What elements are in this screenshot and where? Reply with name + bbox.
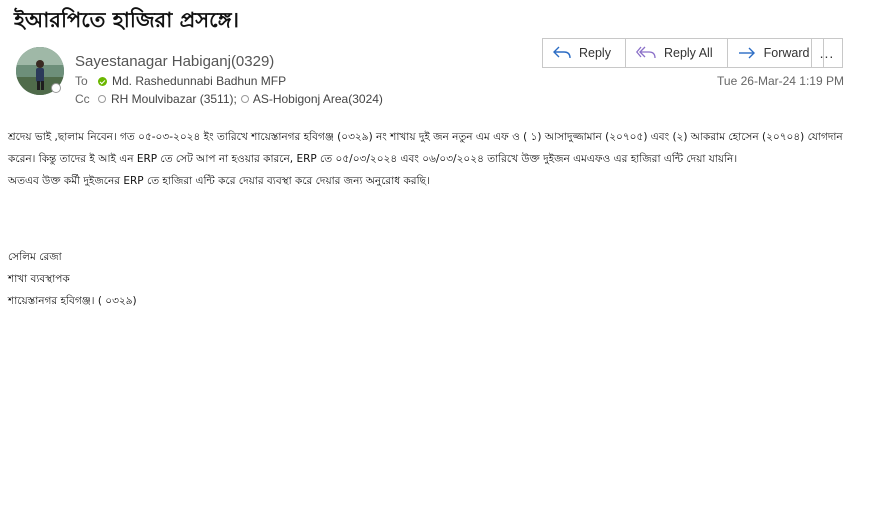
reply-arrow-icon: [553, 46, 571, 59]
recipient-cc-0[interactable]: RH Moulvibazar (3511);: [111, 92, 237, 106]
body-line: করেন। কিন্তু তাদের ই আই এন ERP তে সেট আপ…: [8, 153, 738, 165]
recipient-to-0[interactable]: Md. Rashedunnabi Badhun MFP: [112, 74, 286, 88]
signature-branch: শায়েস্তানগর হবিগঞ্জ। ( ০৩২৯): [8, 295, 137, 307]
reply-all-button[interactable]: Reply All: [626, 39, 728, 67]
signature-title: শাখা ব্যবস্থাপক: [8, 273, 70, 285]
sender-presence-icon: [51, 83, 61, 93]
unknown-status-icon: [98, 95, 106, 103]
reply-button[interactable]: Reply: [543, 39, 626, 67]
sender-name[interactable]: Sayestanagar Habiganj(0329): [75, 53, 274, 70]
reply-all-arrow-icon: [635, 46, 656, 59]
signature-name: সেলিম রেজা: [8, 251, 62, 263]
email-signature: সেলিম রেজা শাখা ব্যবস্থাপক শায়েস্তানগর …: [8, 246, 137, 312]
to-recipients: Md. Rashedunnabi Badhun MFP: [98, 74, 286, 88]
forward-arrow-icon: [738, 47, 755, 59]
to-label: To: [75, 74, 88, 88]
email-body: শ্রদেয় ভাই ,ছালাম নিবেন। গত ০৫-০৩-২০২৪ …: [8, 126, 853, 192]
available-status-icon: [98, 76, 107, 86]
unknown-status-icon: [240, 95, 249, 103]
reply-actions: Reply Reply All Forward: [542, 38, 825, 68]
body-line: শ্রদেয় ভাই ,ছালাম নিবেন। গত ০৫-০৩-২০২৪ …: [8, 131, 843, 143]
ellipsis-icon: ...: [819, 45, 835, 61]
email-timestamp: Tue 26-Mar-24 1:19 PM: [717, 74, 844, 88]
forward-button[interactable]: Forward: [728, 39, 824, 67]
cc-label: Cc: [75, 92, 90, 106]
forward-label: Forward: [763, 46, 810, 60]
more-actions-button[interactable]: ...: [811, 38, 843, 68]
reply-all-label: Reply All: [663, 46, 713, 60]
reply-label: Reply: [579, 46, 611, 60]
email-subject: ইআরপিতে হাজিরা প্রসঙ্গে।: [14, 8, 240, 32]
recipient-cc-1[interactable]: AS-Hobigonj Area(3024): [253, 92, 383, 106]
body-line: অতএব উক্ত কর্মী দুইজনের ERP তে হাজিরা এন…: [8, 175, 430, 187]
cc-recipients: RH Moulvibazar (3511); AS-Hobigonj Area(…: [98, 92, 383, 106]
